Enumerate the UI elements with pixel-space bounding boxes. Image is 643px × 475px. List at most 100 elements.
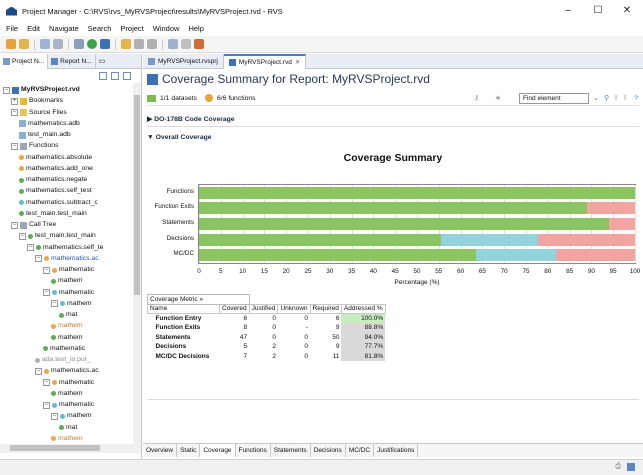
dropdown-arrow-icon[interactable]: ⌄ bbox=[593, 94, 599, 102]
save-icon[interactable] bbox=[40, 39, 50, 49]
menu-window[interactable]: Window bbox=[153, 24, 180, 33]
menu-project[interactable]: Project bbox=[120, 24, 143, 33]
tree-node[interactable]: − mathem bbox=[51, 411, 92, 421]
close-tab-icon[interactable]: ✕ bbox=[295, 55, 300, 70]
col-required[interactable]: Required bbox=[309, 303, 342, 314]
tree-node[interactable]: mathem bbox=[51, 276, 83, 286]
table-row[interactable]: MC/DC Decisions 7 2 0 11 81.8% bbox=[148, 351, 386, 361]
up-arrow-icon[interactable]: ⇧ bbox=[613, 94, 619, 102]
tree-node[interactable]: mathem bbox=[51, 434, 83, 444]
tab-decisions[interactable]: Decisions bbox=[311, 444, 346, 457]
table-row[interactable]: Decisions 5 2 0 9 77.7% bbox=[148, 342, 386, 352]
window-icon[interactable] bbox=[168, 39, 178, 49]
status-icon[interactable]: ⎙ bbox=[615, 463, 621, 471]
tab-rvsprj[interactable]: MyRVSProject.rvsprj bbox=[143, 53, 224, 69]
maximize-button[interactable]: ☐ bbox=[586, 3, 610, 19]
scrollbar-thumb[interactable] bbox=[134, 95, 140, 295]
tab-functions[interactable]: Functions bbox=[236, 444, 271, 457]
tree-node[interactable]: mat bbox=[59, 423, 77, 433]
menu-navigate[interactable]: Navigate bbox=[49, 24, 79, 33]
tab-mcdc[interactable]: MC/DC bbox=[346, 444, 375, 457]
close-button[interactable]: ✕ bbox=[615, 3, 639, 19]
tree-node[interactable]: ada.text_io.put_ bbox=[35, 355, 90, 365]
collapse-icon[interactable]: − bbox=[27, 244, 34, 251]
tree-vertical-scrollbar[interactable] bbox=[133, 83, 141, 453]
col-covered[interactable]: Covered bbox=[219, 303, 250, 314]
search-icon[interactable]: ⚲ bbox=[604, 94, 609, 102]
tree-node[interactable]: − mathematics.ac bbox=[35, 254, 99, 264]
collapse-icon[interactable]: − bbox=[51, 412, 58, 420]
collapse-icon[interactable]: − bbox=[35, 367, 42, 375]
tree-node[interactable]: − mathem bbox=[51, 299, 92, 309]
scrollbar-thumb[interactable] bbox=[10, 445, 100, 451]
tree-node[interactable]: mathematics.add_one bbox=[19, 164, 93, 174]
collapse-all-icon[interactable] bbox=[99, 72, 107, 80]
pin-icon[interactable] bbox=[121, 39, 131, 49]
section-overall-coverage[interactable]: ▼ Overall Coverage bbox=[147, 131, 639, 145]
help-icon[interactable]: ? bbox=[634, 95, 638, 102]
collapse-icon[interactable]: − bbox=[43, 289, 50, 296]
col-name[interactable]: Name bbox=[147, 303, 220, 314]
menu-file[interactable]: File bbox=[6, 24, 18, 33]
run-icon[interactable] bbox=[87, 39, 97, 49]
collapse-icon[interactable]: − bbox=[35, 255, 42, 263]
bookmark-icon[interactable]: ★ bbox=[495, 94, 501, 102]
collapse-icon[interactable]: − bbox=[51, 300, 58, 308]
tree-node[interactable]: mathematics.self_test bbox=[19, 186, 92, 196]
tab-overview[interactable]: Overview bbox=[143, 444, 178, 457]
section-do178b[interactable]: ▶ DO-178B Code Coverage bbox=[147, 113, 639, 127]
tree-node[interactable]: mathem bbox=[51, 321, 83, 331]
tab-report-navigator[interactable]: Report N... bbox=[48, 53, 96, 69]
new-icon[interactable] bbox=[6, 39, 16, 49]
tree-node[interactable]: mathematic bbox=[43, 344, 85, 354]
tree-node[interactable]: − MyRVSProject.rvd bbox=[3, 85, 80, 95]
tree-node[interactable]: test_main.test_main bbox=[19, 209, 87, 219]
table-row[interactable]: Function Entry 6 0 0 6 100.0% bbox=[148, 313, 386, 323]
collapse-icon[interactable]: − bbox=[43, 401, 50, 409]
col-justified[interactable]: Justified bbox=[248, 303, 279, 314]
tree-node[interactable]: − Source Files bbox=[11, 108, 67, 118]
tree-horizontal-scrollbar[interactable] bbox=[0, 444, 133, 453]
tree-node[interactable]: mathematics.subtract_c bbox=[19, 198, 98, 208]
report-icon[interactable] bbox=[100, 39, 110, 49]
menu-help[interactable]: Help bbox=[188, 24, 203, 33]
datasets-count[interactable]: 1/1 datasets bbox=[160, 95, 197, 102]
settings-icon[interactable] bbox=[74, 39, 84, 49]
tree-node[interactable]: − Call Tree bbox=[11, 220, 56, 230]
tab-rvd[interactable]: MyRVSProject.rvd ✕ bbox=[223, 53, 307, 70]
down-arrow-icon[interactable]: ⇩ bbox=[622, 94, 628, 102]
table-row[interactable]: Statements 47 0 0 50 94.0% bbox=[148, 332, 386, 342]
tree-node[interactable]: mathem bbox=[51, 333, 83, 343]
tree-node[interactable]: − mathematic bbox=[43, 400, 94, 410]
tree-node[interactable]: − test_main.test_main bbox=[19, 231, 96, 241]
col-addressed[interactable]: Addressed % bbox=[340, 303, 386, 314]
tree-node[interactable]: − mathematic bbox=[43, 378, 94, 388]
tree-node[interactable]: mathematics.adb bbox=[19, 119, 80, 129]
coverage-metric-header[interactable]: Coverage Metric » bbox=[147, 294, 250, 305]
menu-edit[interactable]: Edit bbox=[27, 24, 40, 33]
tree-node[interactable]: − Functions bbox=[11, 141, 58, 151]
back-arrow-icon[interactable] bbox=[134, 39, 144, 49]
tree-node[interactable]: − mathematics.ac bbox=[35, 366, 99, 376]
tree-node[interactable]: mathematics.negate bbox=[19, 175, 87, 185]
collapse-icon[interactable]: − bbox=[19, 232, 26, 240]
tree-node[interactable]: mathematics.absolute bbox=[19, 153, 92, 163]
tree-node[interactable]: test_main.adb bbox=[19, 130, 71, 140]
tab-project-navigator[interactable]: Project N... bbox=[0, 53, 49, 69]
collapse-icon[interactable]: − bbox=[43, 266, 50, 274]
tab-coverage[interactable]: Coverage bbox=[200, 444, 236, 457]
forward-arrow-icon[interactable] bbox=[147, 39, 157, 49]
minimize-button[interactable]: – bbox=[556, 3, 580, 19]
find-element-field[interactable]: Find element bbox=[519, 93, 589, 104]
collapse-icon[interactable]: − bbox=[11, 221, 18, 229]
tree-node[interactable]: − mathematic bbox=[43, 288, 94, 298]
open-folder-icon[interactable] bbox=[19, 39, 29, 49]
perspective-icon[interactable] bbox=[627, 463, 635, 471]
col-unknown[interactable]: Unknown bbox=[277, 303, 311, 314]
key-icon[interactable]: ⚷ bbox=[474, 94, 479, 102]
play-icon[interactable] bbox=[181, 39, 191, 49]
grid-icon[interactable] bbox=[194, 39, 204, 49]
print-icon[interactable] bbox=[53, 39, 63, 49]
tree-node[interactable]: mathem bbox=[51, 389, 83, 399]
minimize-panel-icon[interactable]: ▭ bbox=[99, 57, 106, 65]
